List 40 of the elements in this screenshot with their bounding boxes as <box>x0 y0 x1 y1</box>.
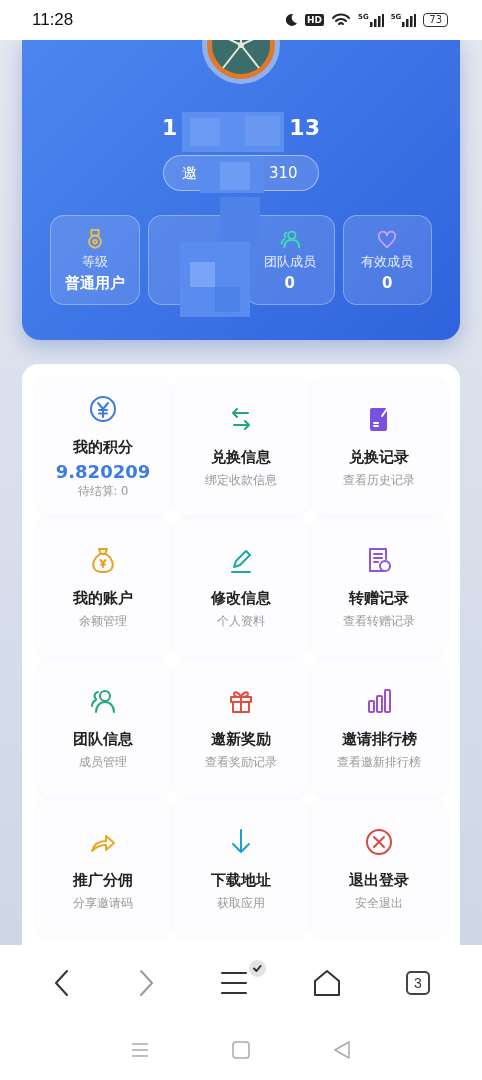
menu-tile[interactable]: 修改信息 个人资料 <box>174 518 308 656</box>
menu-tile[interactable]: 我的积分 9.820209 待结算: 0 <box>36 378 170 515</box>
menu-tile[interactable]: 团队信息 成员管理 <box>36 659 170 797</box>
signal-icon <box>369 13 384 27</box>
moon-icon <box>284 13 298 27</box>
menu-tile[interactable]: 退出登录 安全退出 <box>312 800 446 937</box>
tabs-button[interactable]: 3 <box>406 970 430 995</box>
invite-code-text: 310 <box>269 164 298 182</box>
recents-icon[interactable] <box>131 1042 150 1058</box>
menu-tile[interactable]: 转赠记录 查看转赠记录 <box>312 518 446 656</box>
stat-label: 团队成员 <box>263 253 316 271</box>
wifi-icon <box>331 13 351 27</box>
check-badge-icon <box>249 959 266 977</box>
stat-label: 有效成员 <box>361 253 414 271</box>
hd-indicator: HD <box>305 14 324 26</box>
account-number: 13 <box>289 115 320 142</box>
menu-tile[interactable]: 推广分佣 分享邀请码 <box>36 800 170 937</box>
close-circle-icon <box>364 826 394 857</box>
back-icon[interactable] <box>332 1041 351 1059</box>
team-icon <box>278 228 301 250</box>
menu-tile[interactable]: 下载地址 获取应用 <box>174 800 308 937</box>
home-button[interactable] <box>312 967 342 998</box>
stat-value: 普通用户 <box>64 273 125 293</box>
home-icon[interactable] <box>232 1041 250 1059</box>
menu-tile[interactable]: 我的账户 余额管理 <box>36 518 170 656</box>
menu-tile[interactable]: 兑换信息 绑定收款信息 <box>174 378 308 515</box>
menu-tile[interactable]: 兑换记录 查看历史记录 <box>312 378 446 515</box>
invite-code-text: 邀 <box>182 163 197 183</box>
stat-value: 0 <box>382 274 393 292</box>
menu-tile[interactable]: 邀请排行榜 查看邀新排行榜 <box>312 659 446 797</box>
account-number: 1 <box>162 115 178 142</box>
status-time: 11:28 <box>32 10 74 30</box>
battery-level: 73 <box>423 13 448 27</box>
signal-icon <box>402 13 417 27</box>
yuan-coin-icon <box>88 393 118 424</box>
menu-tile[interactable]: 邀新奖励 查看奖励记录 <box>174 659 308 797</box>
stat-value: 0 <box>284 274 295 292</box>
stat-label: 等级 <box>81 252 108 271</box>
heart-icon <box>376 228 399 250</box>
menu-button[interactable] <box>220 969 248 996</box>
